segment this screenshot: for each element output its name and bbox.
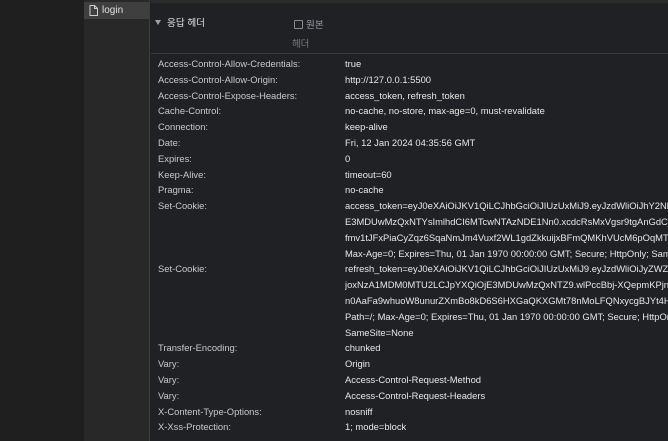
header-value: access_token, refresh_token — [345, 88, 668, 104]
header-value-line: Origin — [345, 358, 371, 370]
header-value: access_token=eyJ0eXAiOiJKV1QiLCJhbGciOiJ… — [345, 198, 668, 261]
header-value-line: refresh_token=eyJ0eXAiOiJKV1QiLCJhbGciOi… — [345, 263, 668, 275]
header-value: 0 — [345, 151, 668, 167]
header-value-line: 0 — [345, 152, 351, 164]
header-name: Pragma: — [158, 184, 194, 196]
header-name: X-Xss-Protection: — [158, 421, 231, 433]
section-title: 응답 헤더 — [167, 18, 205, 29]
header-value: Fri, 12 Jan 2024 04:35:56 GMT — [345, 135, 668, 151]
raw-toggle[interactable]: 원본 — [294, 17, 324, 31]
header-name: Cache-Control: — [158, 105, 222, 117]
header-row: Connection: keep-alive — [158, 119, 668, 135]
header-value: no-cache, no-store, max-age=0, must-reva… — [345, 103, 668, 119]
header-value-line: E3MDUwMzQxNTYsImlhdCI6MTcwNTAzNDE1Nn0.xc… — [345, 215, 668, 227]
header-value-line: http://127.0.0.1:5500 — [345, 73, 432, 85]
header-value-line: Max-Age=0; Expires=Thu, 01 Jan 1970 00:0… — [345, 247, 668, 259]
header-value: true — [345, 56, 668, 72]
header-name: Expires: — [158, 152, 192, 164]
header-name: Connection: — [158, 121, 209, 133]
header-value: http://127.0.0.1:5500 — [345, 72, 668, 88]
header-name: Set-Cookie: — [158, 263, 207, 275]
header-value-line: fmv1tJFxPiaCyZqz6SqaNmJm4Vuxf2WL1gdZkkui… — [345, 231, 668, 243]
header-row: Vary: Access-Control-Request-Headers — [158, 388, 668, 404]
raw-label: 원본 — [306, 20, 324, 31]
expand-triangle-icon — [155, 19, 161, 25]
headers-panel: 응답 헤더 원본 헤더 Access-Control-Allow-Credent… — [151, 0, 668, 441]
header-value-line: true — [345, 58, 362, 69]
header-row: Transfer-Encoding: chunked — [158, 340, 668, 356]
header-row: Vary: Origin — [158, 356, 668, 372]
header-value-line: 1; mode=block — [345, 421, 407, 433]
header-name: Access-Control-Allow-Credentials: — [158, 58, 301, 69]
header-value: Origin — [345, 356, 668, 372]
header-value-line: Access-Control-Request-Method — [345, 373, 481, 385]
header-value: Access-Control-Request-Headers — [345, 388, 668, 404]
header-value: no-cache — [345, 182, 668, 198]
header-name: Access-Control-Allow-Origin: — [158, 73, 278, 85]
divider — [151, 53, 668, 54]
headers-subheading: 헤더 — [292, 38, 310, 49]
header-name: Transfer-Encoding: — [158, 342, 238, 354]
header-row: X-Content-Type-Options: nosniff — [158, 404, 668, 420]
header-name: Keep-Alive: — [158, 168, 206, 180]
header-name: Date: — [158, 136, 181, 148]
header-name: Vary: — [158, 358, 180, 370]
header-value-line: no-cache, no-store, max-age=0, must-reva… — [345, 105, 545, 117]
header-row: Set-Cookie: refresh_token=eyJ0eXAiOiJKV1Q… — [158, 261, 668, 340]
header-row: Access-Control-Allow-Credentials: true — [158, 56, 668, 72]
header-value: timeout=60 — [345, 167, 668, 183]
header-name: Set-Cookie: — [158, 200, 207, 212]
header-value-line: chunked — [345, 342, 381, 354]
header-value-line: joxNzA1MDM0MTU2LCJpYXQiOjE3MDUwMzQxNTZ9.… — [345, 279, 668, 291]
header-value: nosniff — [345, 404, 668, 420]
left-panel-strip — [0, 0, 84, 441]
request-item-login[interactable]: login — [84, 2, 149, 19]
header-row: Cache-Control: no-cache, no-store, max-ag… — [158, 103, 668, 119]
document-icon — [88, 5, 98, 17]
header-value-line: SameSite=None — [345, 326, 414, 338]
header-row: Keep-Alive: timeout=60 — [158, 167, 668, 183]
header-name: Vary: — [158, 373, 180, 385]
header-value: 1; mode=block — [345, 419, 668, 435]
request-list: login — [84, 0, 150, 441]
header-value: refresh_token=eyJ0eXAiOiJKV1QiLCJhbGciOi… — [345, 261, 668, 340]
header-value-line: Fri, 12 Jan 2024 04:35:56 GMT — [345, 136, 476, 148]
header-value-line: no-cache — [345, 184, 384, 196]
header-value-line: keep-alive — [345, 121, 388, 133]
response-headers-toggle[interactable]: 응답 헤더 — [155, 15, 205, 29]
header-row: X-Xss-Protection: 1; mode=block — [158, 419, 668, 435]
header-value-line: nosniff — [345, 405, 373, 417]
header-row: Pragma: no-cache — [158, 182, 668, 198]
header-row: Date: Fri, 12 Jan 2024 04:35:56 GMT — [158, 135, 668, 151]
panel-top-edge — [151, 0, 668, 3]
header-name: Access-Control-Expose-Headers: — [158, 89, 298, 101]
header-value-line: Path=/; Max-Age=0; Expires=Thu, 01 Jan 1… — [345, 310, 668, 322]
header-value-line: n0AaFa9whuoW8unurZXmBo8kD6S6HXGaQKXGMt78… — [345, 294, 668, 306]
header-row: Access-Control-Allow-Origin: http://127.0… — [158, 72, 668, 88]
header-value: keep-alive — [345, 119, 668, 135]
header-value-line: Access-Control-Request-Headers — [345, 389, 486, 401]
header-row: Expires: 0 — [158, 151, 668, 167]
header-value-line: access_token, refresh_token — [345, 89, 465, 101]
header-value-line: access_token=eyJ0eXAiOiJKV1QiLCJhbGciOiJ… — [345, 200, 668, 212]
request-item-label: login — [102, 5, 124, 16]
header-row: Set-Cookie: access_token=eyJ0eXAiOiJKV1Qi… — [158, 198, 668, 261]
header-value: Access-Control-Request-Method — [345, 372, 668, 388]
header-value: chunked — [345, 340, 668, 356]
header-list: Access-Control-Allow-Credentials: true Acc… — [158, 56, 668, 435]
header-value-line: timeout=60 — [345, 168, 392, 180]
header-row: Access-Control-Expose-Headers: access_tok… — [158, 88, 668, 104]
header-name: Vary: — [158, 389, 180, 401]
raw-checkbox[interactable] — [294, 19, 303, 29]
header-row: Vary: Access-Control-Request-Method — [158, 372, 668, 388]
header-name: X-Content-Type-Options: — [158, 405, 262, 417]
